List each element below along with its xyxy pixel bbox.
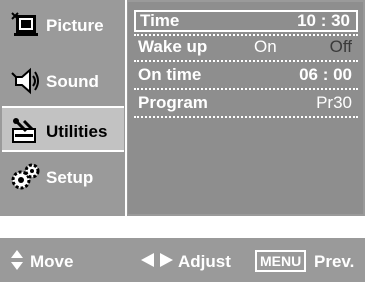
setting-option-on[interactable]: On xyxy=(254,36,277,58)
setting-row-on-time[interactable]: On time 06 : 00 xyxy=(134,64,358,86)
setting-name: On time xyxy=(138,65,202,84)
picture-icon xyxy=(10,11,40,39)
sidebar-item-label: Setup xyxy=(46,168,94,187)
row-separator xyxy=(134,116,358,118)
hint-adjust: Adjust xyxy=(178,252,231,271)
setting-row-wake-up[interactable]: Wake up On Off xyxy=(134,36,358,58)
sidebar-item-picture[interactable]: Picture xyxy=(2,2,124,48)
setting-name: Program xyxy=(138,93,208,112)
setting-name: Time xyxy=(140,11,180,30)
hint-prev: Prev. xyxy=(314,252,355,271)
sidebar-item-label: Sound xyxy=(46,72,99,91)
row-separator xyxy=(134,88,358,90)
setting-row-time[interactable]: Time 10 : 30 xyxy=(134,10,358,32)
move-arrows-icon xyxy=(10,249,24,276)
sidebar-item-sound[interactable]: Sound xyxy=(2,58,124,104)
row-separator xyxy=(134,60,358,62)
speaker-icon xyxy=(10,67,40,95)
sidebar-item-utilities[interactable]: Utilities xyxy=(2,106,124,152)
setting-option-off[interactable]: Off xyxy=(330,36,352,58)
tools-icon xyxy=(10,117,40,145)
hint-bar: Move Adjust MENU Prev. xyxy=(0,238,365,282)
setting-value: 10 : 30 xyxy=(297,11,350,30)
hint-move: Move xyxy=(30,252,74,271)
setting-row-program[interactable]: Program Pr30 xyxy=(134,92,358,114)
sidebar-item-label: Picture xyxy=(46,16,104,35)
menu-key-badge: MENU xyxy=(255,250,307,272)
adjust-arrows-icon xyxy=(140,252,174,273)
sidebar-item-setup[interactable]: Setup xyxy=(2,154,124,200)
gears-icon xyxy=(10,163,40,191)
divider xyxy=(125,0,127,216)
setting-value: Pr30 xyxy=(316,93,352,112)
sidebar: Picture Sound Utilities Setup xyxy=(2,2,124,214)
settings-panel: Time 10 : 30 Wake up On Off On time 06 :… xyxy=(128,2,363,214)
setting-name: Wake up xyxy=(138,37,208,56)
sidebar-item-label: Utilities xyxy=(46,122,108,141)
setting-value: 06 : 00 xyxy=(299,65,352,84)
osd-menu: Picture Sound Utilities Setup Time 10: … xyxy=(0,0,365,216)
